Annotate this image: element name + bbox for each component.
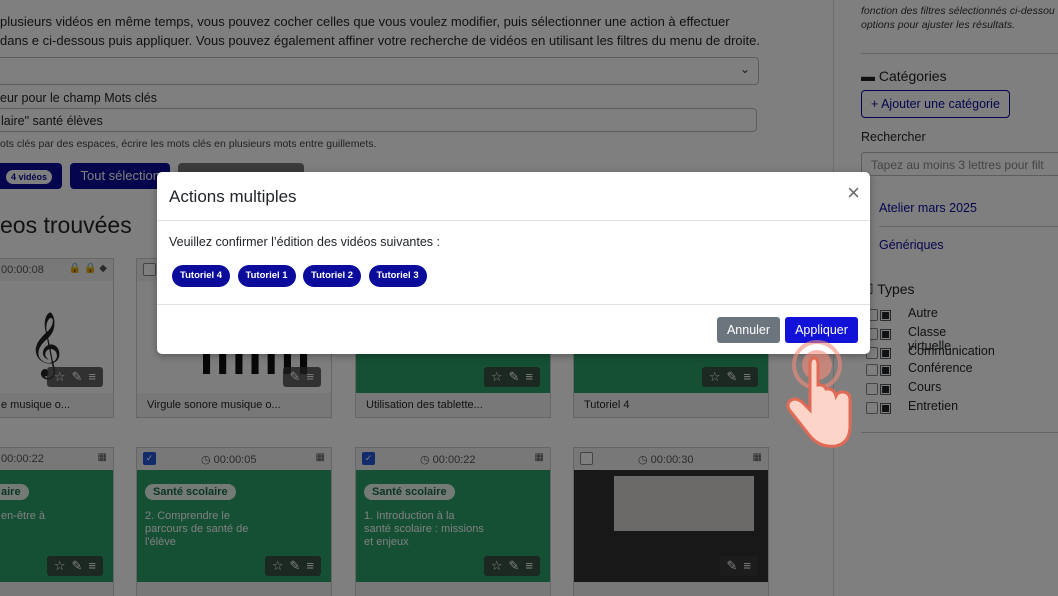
- page: plusieurs vidéos en même temps, vous pou…: [0, 0, 1058, 596]
- modal-title: Actions multiples: [169, 187, 297, 206]
- cancel-button[interactable]: Annuler: [717, 317, 780, 343]
- close-icon[interactable]: ×: [847, 180, 860, 206]
- video-chip-list: Tutoriel 4 Tutoriel 1 Tutoriel 2 Tutorie…: [172, 265, 430, 287]
- video-chip: Tutoriel 4: [172, 265, 231, 287]
- video-chip: Tutoriel 3: [368, 265, 427, 287]
- modal-message: Veuillez confirmer l’édition des vidéos …: [169, 235, 440, 249]
- divider: [157, 220, 870, 221]
- video-chip: Tutoriel 1: [237, 265, 296, 287]
- video-chip: Tutoriel 2: [303, 265, 362, 287]
- pointer-hand-icon: [786, 340, 852, 448]
- divider: [157, 304, 870, 305]
- multiple-actions-modal: Actions multiples × Veuillez confirmer l…: [157, 172, 870, 354]
